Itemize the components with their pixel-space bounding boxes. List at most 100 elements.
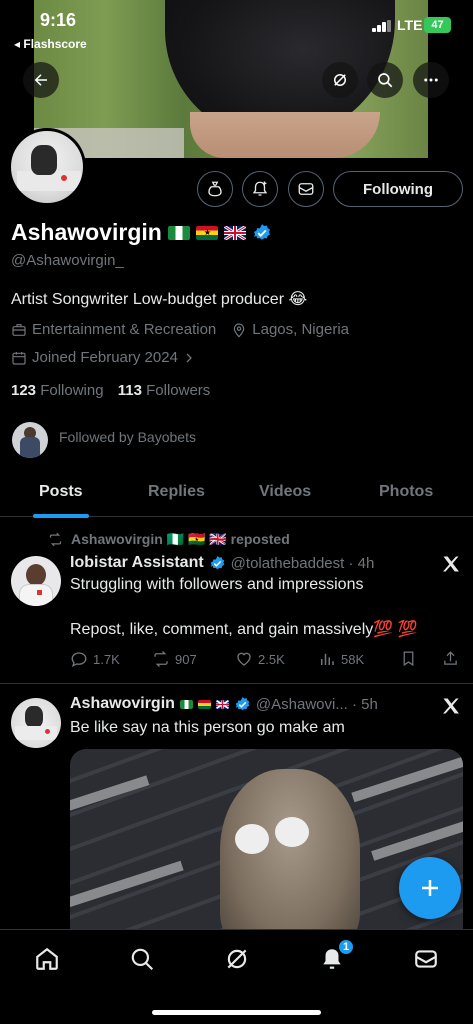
like-action[interactable]: 2.5K: [235, 650, 285, 668]
post-author-name[interactable]: Ashawovirgin: [70, 695, 175, 713]
notify-button[interactable]: [242, 171, 278, 207]
search-button[interactable]: [367, 62, 403, 98]
follow-counts: 123 Following 113 Followers: [11, 382, 210, 399]
calendar-icon: [12, 351, 26, 365]
nav-grok[interactable]: [222, 944, 252, 974]
chevron-right-icon: [186, 353, 192, 362]
nav-search[interactable]: [127, 944, 157, 974]
uk-flag-icon: [223, 225, 246, 240]
heart-icon: [237, 652, 251, 666]
banner-skin: [190, 112, 380, 158]
post-media-gif[interactable]: [70, 749, 463, 949]
post-author-avatar[interactable]: [11, 698, 61, 748]
profile-location: Lagos, Nigeria: [252, 321, 349, 338]
profile-tabs: Posts Replies Videos Photos: [0, 470, 473, 518]
tab-photos[interactable]: Photos: [379, 483, 433, 501]
floor-plank: [70, 775, 150, 813]
followers-count-link[interactable]: 113 Followers: [118, 382, 211, 399]
profile-joined-row[interactable]: Joined February 2024: [11, 349, 195, 366]
home-icon: [36, 947, 58, 970]
bookmark-action[interactable]: [400, 650, 417, 667]
repost-label: Ashawovirgin 🇳🇬 🇬🇭 🇬🇧 reposted: [71, 531, 290, 547]
profile-meta-row: Entertainment & Recreation Lagos, Nigeri…: [11, 321, 349, 338]
floor-plank: [70, 860, 184, 908]
post-author-avatar[interactable]: [11, 556, 61, 606]
battery-icon: 47: [424, 17, 451, 33]
message-button[interactable]: [288, 171, 324, 207]
repost-icon: [154, 651, 168, 667]
floor-plank: [371, 817, 463, 861]
views-action[interactable]: 58K: [318, 650, 364, 668]
verified-badge-icon: [210, 555, 224, 569]
post-text-line1: Struggling with followers and impression…: [70, 576, 364, 593]
share-action[interactable]: [442, 650, 459, 667]
tab-videos[interactable]: Videos: [259, 483, 311, 501]
repost-action[interactable]: 907: [152, 650, 197, 668]
verified-badge-icon: [253, 223, 270, 240]
grok-icon: [334, 74, 346, 86]
verified-badge-icon: [235, 696, 250, 710]
followed-by-avatar[interactable]: [12, 422, 48, 458]
ghana-flag-icon: ★: [195, 225, 218, 240]
home-indicator[interactable]: [152, 1010, 321, 1015]
search-icon: [131, 948, 154, 971]
briefcase-icon: [12, 323, 26, 336]
tip-button[interactable]: [197, 171, 233, 207]
post-text-line1: Be like say na this person go make am: [70, 719, 345, 736]
envelope-icon: [298, 183, 314, 195]
signal-icon: [372, 20, 392, 32]
grok-button[interactable]: [322, 62, 358, 98]
x-logo-icon: [443, 698, 459, 714]
profile-name: Ashawovirgin: [11, 219, 162, 245]
tab-replies[interactable]: Replies: [148, 483, 205, 501]
repost-header: Ashawovirgin 🇳🇬 🇬🇭 🇬🇧 reposted: [48, 531, 290, 548]
followed-by-text[interactable]: Followed by Bayobets: [59, 429, 196, 445]
profile-name-row: Ashawovirgin ★: [11, 219, 272, 246]
floor-plank: [351, 755, 463, 803]
profile-handle: @Ashawovirgin_: [11, 252, 124, 269]
nigeria-flag-icon: [167, 225, 190, 240]
gif-paw: [235, 824, 269, 854]
bell-plus-icon: [252, 181, 268, 196]
more-button[interactable]: [413, 62, 449, 98]
post-divider: [0, 683, 473, 684]
gif-paw: [275, 817, 309, 847]
share-icon: [444, 651, 457, 665]
more-icon: [424, 78, 438, 82]
nav-messages[interactable]: [411, 944, 441, 974]
post-handle-time: @Ashawovi... · 5h: [255, 695, 378, 713]
back-to-app-link[interactable]: ◂ Flashscore: [14, 37, 87, 51]
following-count-link[interactable]: 123 Following: [11, 382, 104, 399]
network-label: LTE: [397, 17, 423, 33]
reply-action[interactable]: 1.7K: [70, 650, 120, 668]
post-text-line2: Repost, like, comment, and gain massivel…: [70, 621, 418, 638]
profile-joined: Joined February 2024: [32, 349, 178, 366]
money-bag-icon: [208, 181, 222, 197]
back-arrow-icon: [34, 74, 47, 86]
gif-animal: [220, 769, 360, 949]
profile-category: Entertainment & Recreation: [32, 321, 217, 338]
grok-icon: [227, 949, 247, 969]
profile-bio: Artist Songwriter Low-budget producer 😂: [11, 291, 308, 308]
nigeria-flag-icon: [179, 699, 193, 709]
ghana-flag-icon: [197, 699, 211, 709]
bookmark-icon: [403, 651, 414, 667]
post-author-name[interactable]: Iobistar Assistant: [70, 554, 204, 572]
following-button[interactable]: Following: [333, 171, 463, 207]
location-icon: [233, 322, 245, 338]
back-button[interactable]: [23, 62, 59, 98]
status-bar: 9:16 ◂ Flashscore LTE 47: [0, 0, 473, 56]
envelope-icon: [415, 950, 437, 968]
uk-flag-icon: [215, 699, 229, 709]
tab-active-indicator: [33, 514, 89, 518]
reply-icon: [71, 652, 87, 668]
search-icon: [378, 73, 393, 88]
nav-home[interactable]: [32, 944, 62, 974]
compose-button[interactable]: [399, 857, 461, 919]
profile-avatar[interactable]: [8, 128, 86, 206]
tab-posts[interactable]: Posts: [39, 483, 83, 501]
post-header: Ashawovirgin @Ashawovi... · 5h: [70, 695, 378, 713]
avatar-person: [31, 145, 57, 175]
status-time: 9:16: [40, 10, 77, 30]
notification-badge: 1: [337, 938, 355, 956]
